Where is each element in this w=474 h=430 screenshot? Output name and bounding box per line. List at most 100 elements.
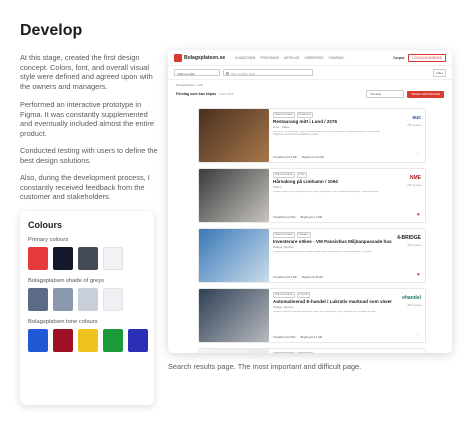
primary-swatch	[28, 247, 48, 270]
listing-image[interactable]	[199, 289, 269, 342]
search-placeholder: Sök område, stad ...	[231, 71, 258, 76]
listing-card[interactable]: RekommenderatRestaurangRestaurang mitt i…	[198, 348, 426, 353]
listing-brand-logo: euc	[412, 115, 421, 121]
listing-stat: Omsättning 4,2 Mkr	[273, 216, 296, 219]
listing-tag: Rekommenderat	[273, 232, 295, 238]
listing-card[interactable]: RekommenderatRestaurangRestaurang mitt i…	[198, 108, 426, 163]
primary-swatch-box	[53, 247, 73, 270]
tone-swatch	[78, 329, 98, 352]
listing-price-note: 15% sparas	[407, 184, 421, 187]
favorite-heart-icon[interactable]: ♥	[417, 213, 420, 218]
activity-select[interactable]: Affärsområde	[174, 69, 220, 76]
listing-card[interactable]: Rekommenderat E-handel Automatiserad E-han…	[198, 288, 426, 343]
listing-description: Välkänd salong med lojal kundkrets och g…	[273, 190, 380, 193]
primary-swatch	[53, 247, 73, 270]
tone-swatch-box	[103, 329, 123, 352]
listing-description: Mitt i Lund, vid Bantorget, ligger en re…	[273, 130, 380, 136]
grey-swatch-box	[53, 288, 73, 311]
results-header: Företag som kan köpas Visar 1236 Senaste…	[168, 87, 452, 101]
listing-stat: Omsättning 9,4 Mkr	[273, 336, 296, 339]
tone-swatch	[128, 329, 148, 352]
colours-card: Colours Primary colours Bolagsplatsen sh…	[20, 211, 154, 405]
colours-title: Colours	[28, 220, 63, 230]
logo-icon	[174, 53, 182, 62]
page-title: Develop	[20, 22, 83, 39]
listing-title[interactable]: Hårsalong på Limhamn / 1094	[273, 179, 421, 184]
tone-swatch-box	[53, 329, 73, 352]
primary-swatch-box	[103, 247, 123, 270]
grey-swatch-box	[103, 288, 123, 311]
nav-link[interactable]: KUNDZONEN	[235, 56, 255, 60]
paragraph-feedback: Also, during the development process, I …	[20, 173, 150, 202]
listing-image[interactable]	[199, 109, 269, 162]
search-bar: Affärsområde Sök område, stad ... Filter	[168, 66, 452, 80]
tone-swatch-box	[128, 329, 148, 352]
caption: Search results page. The most important …	[168, 362, 362, 371]
listing-stat: Begärt pris 1,3 Mkr	[300, 216, 323, 219]
listing-stat: Omsättning 18,5 Mkr	[273, 276, 298, 279]
listing-location: Malmö	[273, 184, 282, 189]
listing-image[interactable]	[199, 349, 269, 353]
save-search-button[interactable]: SPARA SÖKNINGEN	[407, 90, 444, 98]
nav-link[interactable]: COMPANY	[328, 56, 344, 60]
listing-card[interactable]: Rekommenderat Fastighet Investerare sökes …	[198, 228, 426, 283]
listing-brand-logo: ehandel	[402, 295, 421, 301]
listing-description: Projekt med hållbara passivhus i attrakt…	[273, 250, 373, 253]
listing-price-note: 30% sparas	[407, 244, 421, 247]
listing-stat: Omsättning 14,6 Mkr	[273, 156, 298, 159]
listing-title[interactable]: Restaurang mitt i Lund / 2276	[273, 119, 421, 124]
nav-link[interactable]: PROGRAMS	[260, 56, 279, 60]
primary-swatch	[78, 247, 98, 270]
nav-brand[interactable]: Corpus	[393, 56, 404, 60]
listing-location: Malaga, Spanien	[273, 244, 294, 249]
paragraph-prototype: Performed an interactive prototype in Fi…	[20, 100, 154, 138]
primary-swatches	[28, 247, 146, 270]
search-results-mockup: Bolagsplatsen.se KUNDZONEN PROGRAMS ARTIKL…	[168, 50, 452, 353]
results-count: Visar 1236	[219, 92, 234, 96]
listing-image[interactable]	[199, 229, 269, 282]
listing-tag: Rekommenderat	[273, 292, 295, 298]
results-title: Företag som kan köpas	[176, 92, 217, 96]
listing-tag: Restaurang	[296, 112, 314, 118]
primary-swatch-box	[28, 247, 48, 270]
nav-links: KUNDZONEN PROGRAMS ARTIKLAR VÄRDERING COMPAN…	[235, 56, 344, 60]
tone-swatch	[53, 329, 73, 352]
listing-stat: Begärt pris 6,1 Mkr	[300, 336, 323, 339]
tone-swatch-box	[78, 329, 98, 352]
listing-stat: Begärt pris 25 Mkr	[302, 276, 324, 279]
nav-link[interactable]: ARTIKLAR	[284, 56, 300, 60]
listing-price-note: 25% sparas	[407, 124, 421, 127]
listing-tag: Rekommenderat	[273, 172, 295, 178]
tone-swatch	[103, 329, 123, 352]
search-icon	[226, 71, 229, 75]
tone-swatch	[28, 329, 48, 352]
listing-location: Lund · Skåne	[273, 124, 290, 129]
listing-card[interactable]: Rekommenderat Frisör Hårsalong på Limhamn …	[198, 168, 426, 223]
listing-tag: Frisör	[296, 172, 307, 178]
search-input[interactable]: Sök område, stad ...	[223, 69, 313, 76]
tone-colours-label: Bolagsplatsen tone colours	[28, 319, 98, 325]
listing-price-note: 40% sparas	[407, 304, 421, 307]
favorite-heart-icon[interactable]: ♥	[417, 273, 420, 278]
paragraph-concept: At this stage, created the first design …	[20, 53, 153, 91]
favorite-heart-icon[interactable]: ♡	[416, 333, 420, 338]
listing-brand-logo: NME	[409, 175, 421, 181]
listing-title[interactable]: Automatiserad E-handel i Lukrativ markna…	[273, 299, 421, 304]
logo-text: Bolagsplatsen.se	[184, 54, 226, 61]
sort-select[interactable]: Senaste	[366, 90, 405, 98]
filter-button[interactable]: Filter	[433, 68, 446, 77]
login-button[interactable]: LOGGA IN ANNONS	[408, 53, 446, 62]
grey-swatch-box	[28, 288, 48, 311]
listing-tag: Restaurang	[296, 352, 314, 353]
grey-swatch	[103, 288, 123, 311]
paragraph-testing: Conducted testing with users to define t…	[20, 146, 158, 165]
listing-image[interactable]	[199, 169, 269, 222]
nav-link[interactable]: VÄRDERING	[304, 56, 323, 60]
logo[interactable]: Bolagsplatsen.se	[174, 53, 226, 62]
grey-swatch	[53, 288, 73, 311]
listing-location: Malaga, Spanien	[273, 304, 294, 309]
primary-colours-label: Primary colours	[28, 237, 69, 243]
listing-description: Lönsam e-handel med automatiserade flöde…	[273, 310, 377, 313]
grey-swatches	[28, 288, 146, 311]
favorite-heart-icon[interactable]: ♡	[416, 153, 420, 158]
